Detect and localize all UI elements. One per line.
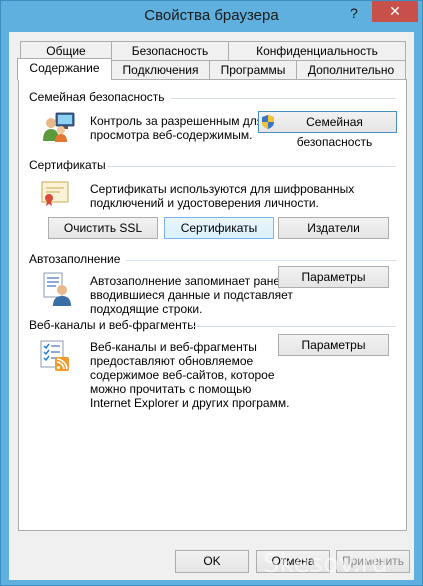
group-divider [171, 98, 396, 99]
group-divider [189, 326, 396, 327]
clear-ssl-button[interactable]: Очистить SSL [48, 217, 158, 239]
feeds-text-line1: Веб-каналы и веб-фрагменты [90, 340, 257, 354]
family-safety-icon [42, 111, 76, 146]
feeds-text-line3: содержимое веб-сайтов, которое [90, 368, 275, 382]
help-button[interactable]: ? [341, 3, 367, 23]
autocomplete-group-title: Автозаполнение [29, 252, 121, 266]
certificate-icon [40, 179, 70, 210]
watermark: Skesov.ru [263, 549, 388, 579]
feeds-icon [40, 340, 72, 375]
tab-advanced[interactable]: Дополнительно [296, 60, 406, 79]
autocomplete-text-line1: Автозаполнение запоминает ранее [90, 274, 287, 288]
certificates-text-line1: Сертификаты используются для шифрованных [90, 182, 355, 196]
family-safety-text-line1: Контроль за разрешенным для [90, 114, 264, 128]
certificates-group-title: Сертификаты [29, 158, 106, 172]
tab-content[interactable]: Содержание [17, 58, 112, 80]
close-button[interactable]: ✕ [372, 1, 418, 22]
family-safety-button[interactable]: Семейная безопасность [258, 111, 397, 149]
tab-security[interactable]: Безопасность [111, 41, 229, 60]
content-tab-panel: Семейная безопасность Контроль за разреш… [18, 79, 407, 531]
tab-privacy[interactable]: Конфиденциальность [228, 41, 406, 60]
feeds-text-line4: можно прочитать с помощью [90, 382, 252, 396]
publishers-button[interactable]: Издатели [278, 217, 389, 239]
feeds-group-title: Веб-каналы и веб-фрагменты [29, 318, 196, 332]
browser-properties-window: Свойства браузера ? ✕ Общие Безопасность… [0, 0, 423, 586]
tab-connections[interactable]: Подключения [111, 60, 210, 79]
group-divider [107, 166, 396, 167]
feeds-text-line2: предоставляют обновляемое [90, 354, 254, 368]
title-bar[interactable]: Свойства браузера ? ✕ [1, 1, 422, 33]
uac-shield-icon [262, 115, 274, 135]
group-divider [126, 260, 396, 261]
feeds-settings-button[interactable]: Параметры [278, 334, 389, 356]
ok-button[interactable]: OK [175, 550, 249, 573]
autocomplete-settings-button[interactable]: Параметры [278, 266, 389, 288]
autocomplete-icon [42, 272, 72, 309]
family-safety-group-title: Семейная безопасность [29, 90, 165, 104]
family-safety-button-label: Семейная безопасность [296, 115, 373, 149]
feeds-text-line5: Internet Explorer и других программ. [90, 396, 290, 410]
tab-programs[interactable]: Программы [209, 60, 297, 79]
family-safety-text-line2: просмотра веб-содержимым. [90, 128, 253, 142]
certificates-button[interactable]: Сертификаты [164, 217, 274, 239]
certificates-text-line2: подключений и удостоверения личности. [90, 196, 319, 210]
dialog-client-area: Общие Безопасность Конфиденциальность По… [9, 32, 414, 580]
autocomplete-text-line2: вводившиеся данные и подставляет [90, 288, 293, 302]
autocomplete-text-line3: подходящие строки. [90, 302, 203, 316]
